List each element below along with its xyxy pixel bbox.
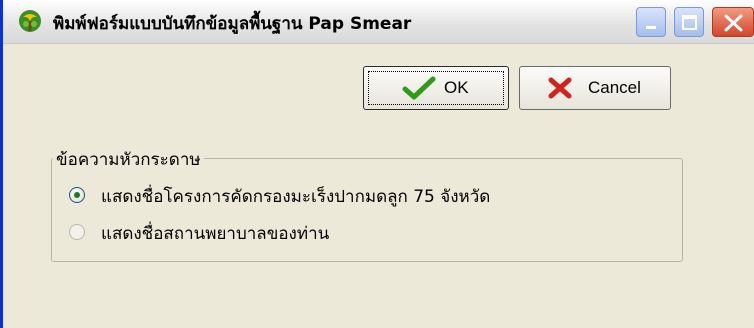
close-button[interactable]: [712, 7, 754, 37]
ok-button[interactable]: OK: [363, 66, 509, 110]
print-form-dialog: พิมพ์ฟอร์มแบบบันทึกข้อมูลพื้นฐาน Pap Sme…: [0, 0, 754, 328]
groupbox-legend: ข้อความหัวกระดาษ: [53, 146, 204, 173]
cancel-button[interactable]: Cancel: [519, 66, 671, 110]
radio-button-unselected[interactable]: [69, 224, 85, 240]
close-icon: [724, 14, 743, 32]
x-icon: [548, 77, 572, 99]
focus-rectangle: [368, 71, 504, 105]
radio-button-selected[interactable]: [69, 187, 85, 203]
radio-label: แสดงชื่อโครงการคัดกรองมะเร็งปากมดลูก 75 …: [101, 187, 491, 207]
maximize-button[interactable]: [674, 7, 704, 37]
maximize-icon: [682, 15, 697, 30]
radio-label: แสดงชื่อสถานพยาบาลของท่าน: [101, 224, 330, 244]
radio-dot: [74, 192, 80, 198]
app-icon: [17, 8, 43, 34]
ok-label: OK: [444, 78, 469, 97]
minimize-icon: [646, 26, 656, 29]
title-bar[interactable]: พิมพ์ฟอร์มแบบบันทึกข้อมูลพื้นฐาน Pap Sme…: [3, 0, 754, 44]
cancel-label: Cancel: [588, 78, 641, 97]
minimize-button[interactable]: [636, 7, 666, 37]
checkmark-icon: [402, 76, 436, 100]
window-title: พิมพ์ฟอร์มแบบบันทึกข้อมูลพื้นฐาน Pap Sme…: [53, 14, 412, 34]
